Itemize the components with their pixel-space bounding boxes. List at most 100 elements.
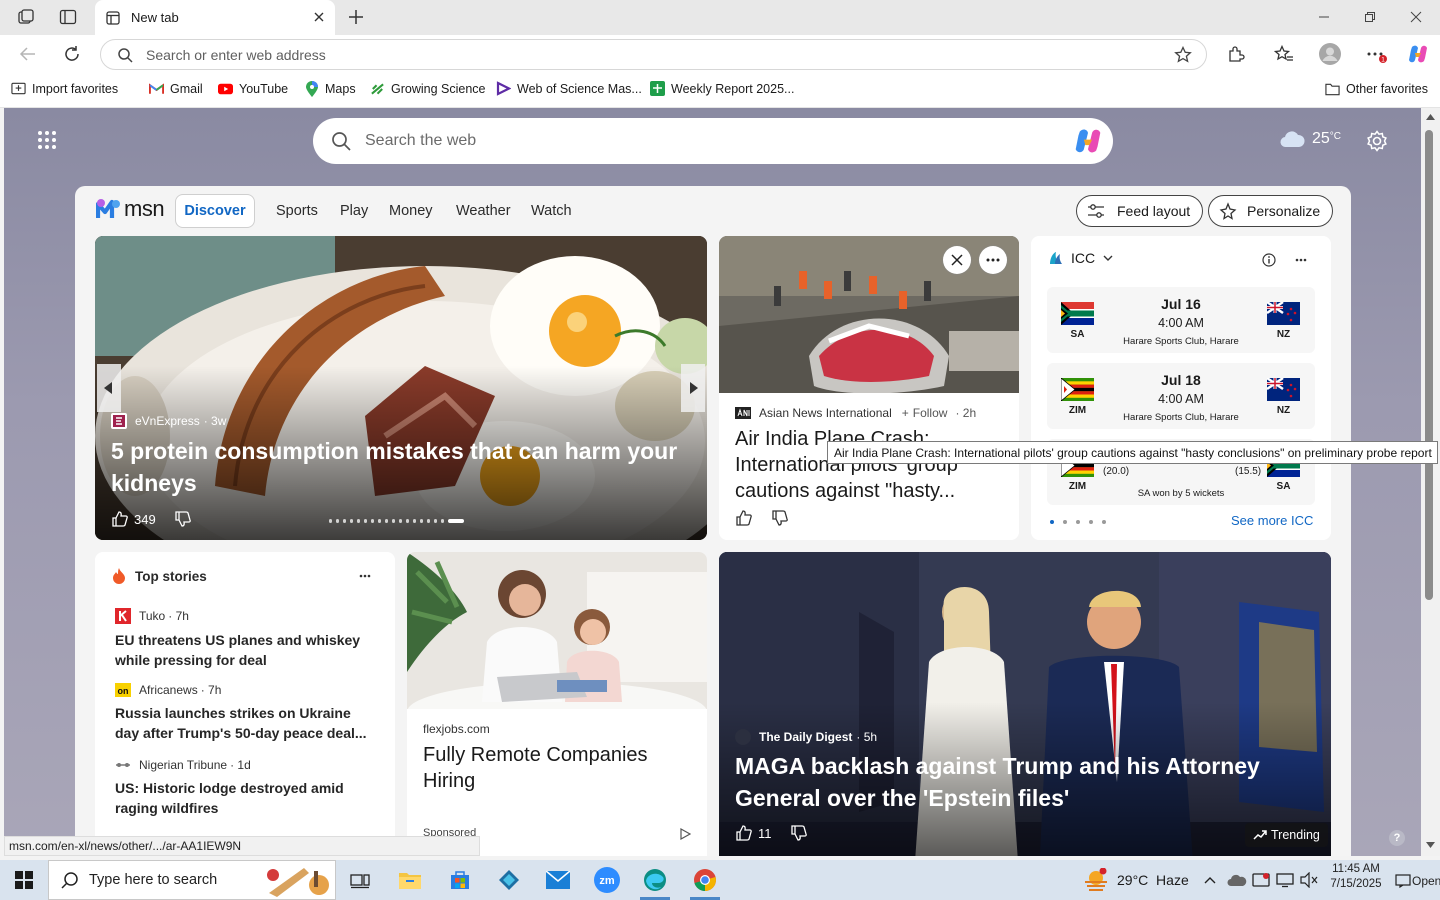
- list-item[interactable]: Tuko · 7h EU threatens US planes and whi…: [115, 608, 375, 670]
- weather-widget[interactable]: 25 °C: [1279, 130, 1341, 148]
- carousel-dot[interactable]: [427, 519, 430, 523]
- close-tab-icon[interactable]: [311, 9, 327, 25]
- close-window-icon[interactable]: [1402, 6, 1430, 28]
- thumbs-down-icon[interactable]: [771, 509, 789, 527]
- news-source[interactable]: Asian News International + Follow · 2h: [735, 406, 976, 420]
- carousel-dot[interactable]: [350, 519, 353, 523]
- restore-icon[interactable]: [1356, 6, 1384, 28]
- extensions-icon[interactable]: [1225, 44, 1247, 64]
- zoom-icon[interactable]: zm: [593, 867, 621, 893]
- minimize-icon[interactable]: [1310, 6, 1338, 28]
- fav-other-favorites[interactable]: Other favorites: [1325, 81, 1428, 96]
- sponsored-ad-card[interactable]: flexjobs.com Fully Remote Companies Hiri…: [407, 552, 707, 856]
- icc-more-options-icon[interactable]: [1295, 258, 1307, 262]
- hero-prev-arrow-icon[interactable]: [97, 364, 121, 412]
- list-item[interactable]: Nigerian Tribune · 1d US: Historic lodge…: [115, 758, 375, 818]
- match-row[interactable]: ZIM Jul 18 4:00 AM Harare Sports Club, H…: [1047, 363, 1315, 429]
- carousel-dot[interactable]: [357, 519, 360, 523]
- list-item[interactable]: on Africanews · 7h Russia launches strik…: [115, 683, 375, 743]
- vertical-scrollbar[interactable]: [1421, 108, 1440, 856]
- carousel-dot[interactable]: [420, 519, 423, 523]
- tab-watch[interactable]: Watch: [531, 203, 572, 219]
- top-stories-more-icon[interactable]: [359, 574, 371, 578]
- scrollbar-thumb[interactable]: [1425, 130, 1433, 600]
- microsoft-store-icon[interactable]: [446, 867, 474, 893]
- tab-discover[interactable]: Discover: [175, 194, 255, 228]
- scroll-down-icon[interactable]: [1426, 842, 1435, 848]
- thumbs-down-icon[interactable]: [790, 824, 808, 842]
- favorite-star-icon[interactable]: [1174, 46, 1192, 64]
- fav-weekly-report[interactable]: Weekly Report 2025...: [650, 81, 794, 96]
- carousel-dot[interactable]: [378, 519, 381, 523]
- carousel-dot[interactable]: [329, 519, 332, 523]
- edge-browser-icon[interactable]: [641, 867, 669, 893]
- dismiss-close-icon[interactable]: [943, 246, 971, 274]
- back-icon[interactable]: [17, 44, 39, 64]
- onedrive-icon[interactable]: [1225, 867, 1249, 893]
- page-settings-gear-icon[interactable]: [1366, 130, 1388, 152]
- tab-weather[interactable]: Weather: [456, 203, 511, 219]
- fav-web-of-science[interactable]: Web of Science Mas...: [496, 81, 642, 96]
- thumbs-up-icon[interactable]: [735, 824, 753, 842]
- fav-gmail[interactable]: Gmail: [149, 81, 203, 96]
- hero-next-arrow-icon[interactable]: [681, 364, 705, 412]
- see-more-icc-link[interactable]: See more ICC: [1231, 513, 1313, 528]
- feed-layout-button[interactable]: Feed layout: [1076, 195, 1204, 227]
- carousel-dot[interactable]: [406, 519, 409, 523]
- carousel-dot[interactable]: [336, 519, 339, 523]
- volume-muted-icon[interactable]: [1297, 867, 1321, 893]
- carousel-dot[interactable]: [385, 519, 388, 523]
- fav-import-favorites[interactable]: Import favorites: [11, 81, 118, 96]
- refresh-icon[interactable]: [61, 44, 83, 64]
- settings-and-more-icon[interactable]: 1: [1365, 44, 1387, 64]
- featured-story-card[interactable]: The Daily Digest · 5h MAGA backlash agai…: [719, 552, 1331, 856]
- meet-now-icon[interactable]: [1249, 867, 1273, 893]
- taskbar-search-box[interactable]: Type here to search: [48, 860, 336, 900]
- carousel-dot[interactable]: [371, 519, 374, 523]
- carousel-dot[interactable]: [413, 519, 416, 523]
- more-options-icon[interactable]: [979, 246, 1007, 274]
- carousel-dot-active[interactable]: [448, 519, 464, 523]
- copilot-icon[interactable]: [1073, 126, 1103, 156]
- clock[interactable]: 11:45 AM 7/15/2025: [1327, 863, 1385, 890]
- carousel-dot[interactable]: [434, 519, 437, 523]
- thumbs-down-icon[interactable]: [174, 510, 192, 528]
- file-explorer-icon[interactable]: [396, 867, 424, 893]
- app-diamond-icon[interactable]: [495, 867, 523, 893]
- hero-source[interactable]: eVnExpress · 3w: [111, 413, 226, 429]
- favorites-icon[interactable]: [1273, 44, 1295, 64]
- help-question-icon[interactable]: ?: [1389, 830, 1405, 846]
- web-search-box[interactable]: Search the web: [313, 118, 1113, 164]
- hero-headline[interactable]: 5 protein consumption mistakes that can …: [111, 435, 691, 499]
- taskbar-weather[interactable]: 29°C Haze: [1083, 868, 1189, 892]
- copilot-icon[interactable]: [1406, 42, 1430, 66]
- chevron-down-icon[interactable]: [1103, 255, 1113, 261]
- address-bar[interactable]: Search or enter web address: [100, 39, 1207, 70]
- carousel-dot[interactable]: [441, 519, 444, 523]
- profile-avatar-icon[interactable]: [1318, 42, 1342, 66]
- scroll-up-icon[interactable]: [1426, 114, 1435, 120]
- icc-header[interactable]: ICC: [1047, 250, 1113, 266]
- fav-maps[interactable]: Maps: [304, 80, 356, 97]
- follow-label[interactable]: Follow: [913, 406, 948, 420]
- chrome-icon[interactable]: [691, 867, 719, 893]
- mail-icon[interactable]: [544, 867, 572, 893]
- tab-sports[interactable]: Sports: [276, 203, 318, 219]
- match-row[interactable]: SA Jul 16 4:00 AM Harare Sports Club, Ha…: [1047, 287, 1315, 353]
- info-icon[interactable]: [1262, 253, 1276, 267]
- carousel-dot[interactable]: [364, 519, 367, 523]
- tab-play[interactable]: Play: [340, 203, 368, 219]
- carousel-dot[interactable]: [399, 519, 402, 523]
- task-view-icon[interactable]: [346, 867, 374, 893]
- ad-headline[interactable]: Fully Remote Companies Hiring: [423, 742, 693, 794]
- network-icon[interactable]: [1273, 867, 1297, 893]
- app-launcher-icon[interactable]: [37, 130, 57, 150]
- featured-source[interactable]: The Daily Digest · 5h: [735, 729, 877, 745]
- fav-growing-science[interactable]: Growing Science: [370, 81, 486, 96]
- msn-logo[interactable]: msn: [96, 196, 165, 222]
- fav-youtube[interactable]: YouTube: [218, 81, 288, 96]
- hero-story-card[interactable]: eVnExpress · 3w 5 protein consumption mi…: [95, 236, 707, 540]
- icc-pager-dots[interactable]: [1050, 520, 1106, 524]
- workspaces-icon[interactable]: [14, 6, 38, 28]
- tab-money[interactable]: Money: [389, 203, 433, 219]
